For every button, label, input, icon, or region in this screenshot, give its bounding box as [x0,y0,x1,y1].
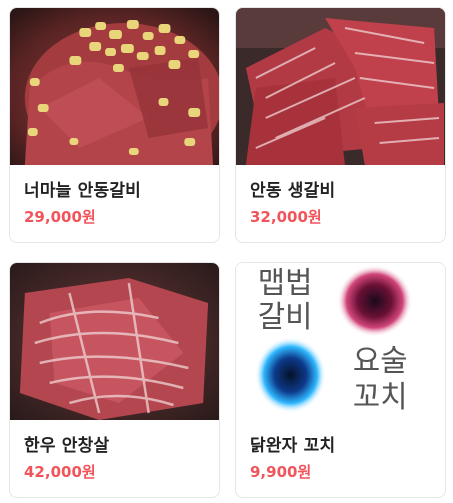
logo-text: 맵법 [258,266,313,301]
product-image-galbi-garlic[interactable] [10,8,219,165]
logo-text: 갈비 [258,300,313,335]
product-card-1[interactable]: 너마늘 안동갈비 29,000원 [9,7,220,243]
product-image-raw-galbi[interactable] [236,8,445,165]
logo-text: 꼬치 [353,380,408,415]
product-image-hanwoo-skirt[interactable] [10,263,219,420]
product-name[interactable]: 닭완자 꼬치 [250,431,335,456]
product-name[interactable]: 안동 생갈비 [250,176,335,201]
product-price: 9,900원 [250,463,312,481]
product-card-3[interactable]: 한우 안창살 42,000원 [9,262,220,498]
product-price: 42,000원 [24,463,96,481]
product-image-logo-artwork[interactable]: 맵법 갈비 요술 꼬치 [236,263,445,420]
logo-text: 요술 [353,344,408,379]
product-price: 32,000원 [250,208,322,226]
product-name[interactable]: 한우 안창살 [24,431,109,456]
product-card-4[interactable]: 맵법 갈비 요술 꼬치 닭완자 꼬치 9,900원 [235,262,446,498]
product-name[interactable]: 너마늘 안동갈비 [24,176,141,201]
product-price: 29,000원 [24,208,96,226]
product-card-2[interactable]: 안동 생갈비 32,000원 [235,7,446,243]
